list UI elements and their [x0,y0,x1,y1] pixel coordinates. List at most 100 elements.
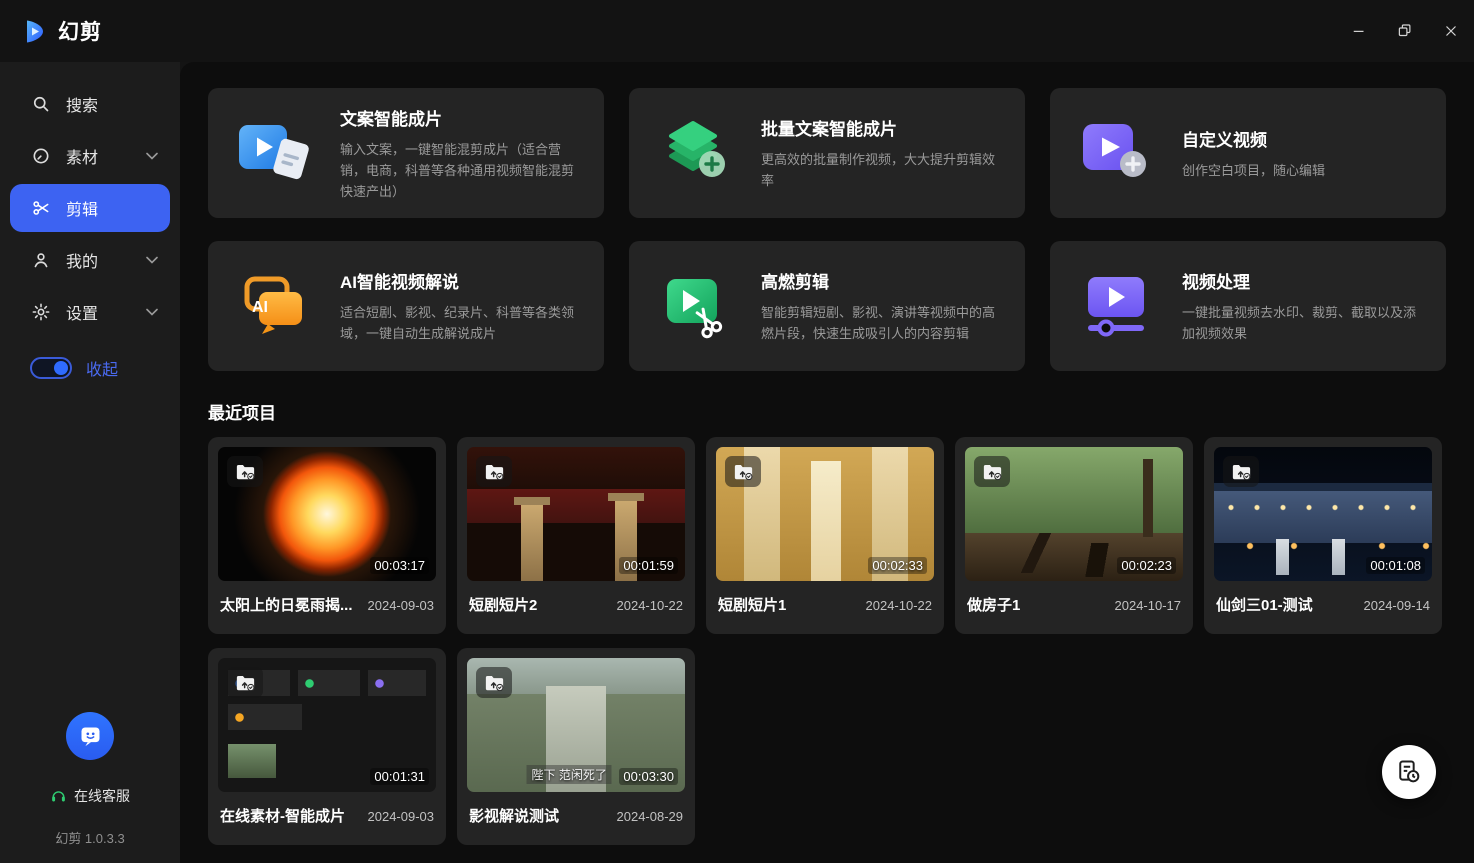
folder-upload-icon[interactable] [227,667,263,698]
folder-upload-icon[interactable] [476,667,512,698]
online-service[interactable]: 在线客服 [50,786,130,806]
project-card[interactable]: 00:01:31 在线素材-智能成片 2024-09-03 [208,648,446,845]
feature-title: AI智能视频解说 [340,268,582,293]
maximize-button[interactable] [1382,0,1428,62]
ai-badge-text: AI [252,299,268,317]
user-icon [30,249,52,271]
app-logo: 幻剪 [0,16,102,46]
project-thumbnail: 00:01:08 [1214,447,1432,581]
project-thumbnail: 00:01:31 [218,658,436,792]
feature-description: 智能剪辑短剧、影视、演讲等视频中的高燃片段，快速生成吸引人的内容剪辑 [761,302,1003,344]
sidebar-footer: 在线客服 幻剪 1.0.3.3 [0,712,180,847]
app-window: 幻剪 搜索 素材 [0,0,1474,863]
sidebar-item-mine[interactable]: 我的 [10,236,170,284]
project-name: 影视解说测试 [469,805,559,826]
collapse-row: 收起 [10,348,170,388]
app-title: 幻剪 [58,16,102,46]
project-thumbnail: 陛下 范闲死了 00:03:30 [467,658,685,792]
minimize-button[interactable] [1336,0,1382,62]
project-card[interactable]: 00:03:17 太阳上的日冕雨揭... 2024-09-03 [208,437,446,634]
project-name: 在线素材-智能成片 [220,805,345,826]
feature-card[interactable]: 自定义视频 创作空白项目，随心编辑 [1050,88,1446,218]
collapse-toggle[interactable] [30,357,72,379]
scissors-icon [30,197,52,219]
feature-title: 批量文案智能成片 [761,115,1003,140]
project-date: 2024-10-22 [866,598,933,613]
duration-badge: 00:01:59 [619,557,678,574]
project-thumbnail: 00:02:23 [965,447,1183,581]
project-card[interactable]: 00:02:23 做房子1 2024-10-17 [955,437,1193,634]
restore-icon [1396,22,1414,40]
feature-card[interactable]: 批量文案智能成片 更高效的批量制作视频，大大提升剪辑效率 [629,88,1025,218]
project-name: 太阳上的日冕雨揭... [220,594,353,615]
title-bar: 幻剪 [0,0,1474,62]
project-card[interactable]: 陛下 范闲死了 00:03:30 影视解说测试 2024-08-29 [457,648,695,845]
chevron-down-icon [146,308,158,316]
project-thumbnail: 00:02:33 [716,447,934,581]
project-thumbnail: 00:01:59 [467,447,685,581]
feature-title: 视频处理 [1182,268,1424,293]
feature-description: 输入文案，一键智能混剪成片（适合营销，电商，科普等各种通用视频智能混剪快速产出） [340,139,582,202]
folder-upload-icon[interactable] [476,456,512,487]
gear-icon [30,301,52,323]
sidebar-item-search[interactable]: 搜索 [10,80,170,128]
duration-badge: 00:03:30 [619,768,678,785]
recent-projects-grid: 00:03:17 太阳上的日冕雨揭... 2024-09-03 00:01:59… [208,437,1474,845]
thumbnail-caption: 陛下 范闲死了 [527,765,612,784]
feature-card[interactable]: AI AI智能视频解说 适合短剧、影视、纪录片、科普等各类领域，一键自动生成解说… [208,241,604,371]
feature-description: 一键批量视频去水印、裁剪、截取以及添加视频效果 [1182,302,1424,344]
ai-chat-orange-icon: AI [208,270,340,342]
window-controls [1336,0,1474,62]
chevron-down-icon [146,152,158,160]
feature-title: 高燃剪辑 [761,268,1003,293]
materials-icon [30,145,52,167]
duration-badge: 00:02:23 [1117,557,1176,574]
logo-icon [22,18,49,45]
version-label: 幻剪 1.0.3.3 [55,828,124,847]
project-card[interactable]: 00:02:33 短剧短片1 2024-10-22 [706,437,944,634]
feature-card[interactable]: 高燃剪辑 智能剪辑短剧、影视、演讲等视频中的高燃片段，快速生成吸引人的内容剪辑 [629,241,1025,371]
folder-upload-icon[interactable] [1223,456,1259,487]
doc-play-blue-icon [208,117,340,189]
minimize-icon [1350,22,1368,40]
folder-upload-icon[interactable] [725,456,761,487]
feature-grid: 文案智能成片 输入文案，一键智能混剪成片（适合营销，电商，科普等各种通用视频智能… [208,88,1474,371]
project-name: 做房子1 [967,594,1020,615]
feature-card[interactable]: 文案智能成片 输入文案，一键智能混剪成片（适合营销，电商，科普等各种通用视频智能… [208,88,604,218]
sidebar-item-materials[interactable]: 素材 [10,132,170,180]
folder-upload-icon[interactable] [227,456,263,487]
task-history-fab[interactable] [1382,745,1436,799]
project-card[interactable]: 00:01:08 仙剑三01-测试 2024-09-14 [1204,437,1442,634]
duration-badge: 00:03:17 [370,557,429,574]
sidebar-item-label: 我的 [66,248,132,272]
project-card[interactable]: 00:01:59 短剧短片2 2024-10-22 [457,437,695,634]
feature-card[interactable]: 视频处理 一键批量视频去水印、裁剪、截取以及添加视频效果 [1050,241,1446,371]
project-thumbnail: 00:03:17 [218,447,436,581]
project-date: 2024-09-03 [368,598,435,613]
play-scissors-green-icon [629,270,761,342]
sidebar-item-label: 设置 [66,300,132,324]
sidebar-item-label: 搜索 [66,92,132,116]
feature-title: 自定义视频 [1182,126,1424,151]
project-name: 仙剑三01-测试 [1216,594,1313,615]
online-service-label: 在线客服 [74,786,130,806]
layers-plus-green-icon [629,117,761,189]
close-icon [1442,22,1460,40]
player-slider-purple-icon [1050,270,1182,342]
close-button[interactable] [1428,0,1474,62]
project-date: 2024-10-17 [1115,598,1182,613]
collapse-label[interactable]: 收起 [86,356,118,380]
sidebar-item-label: 素材 [66,144,132,168]
document-clock-icon [1395,758,1423,786]
project-date: 2024-09-14 [1364,598,1431,613]
sidebar-item-label: 剪辑 [66,196,132,220]
main-content: 文案智能成片 输入文案，一键智能混剪成片（适合营销，电商，科普等各种通用视频智能… [180,62,1474,863]
chevron-down-icon [146,256,158,264]
sidebar-item-settings[interactable]: 设置 [10,288,170,336]
video-plus-purple-icon [1050,117,1182,189]
recent-projects-title: 最近项目 [208,399,1474,424]
folder-upload-icon[interactable] [974,456,1010,487]
customer-service-button[interactable] [66,712,114,760]
duration-badge: 00:02:33 [868,557,927,574]
sidebar-item-edit[interactable]: 剪辑 [10,184,170,232]
